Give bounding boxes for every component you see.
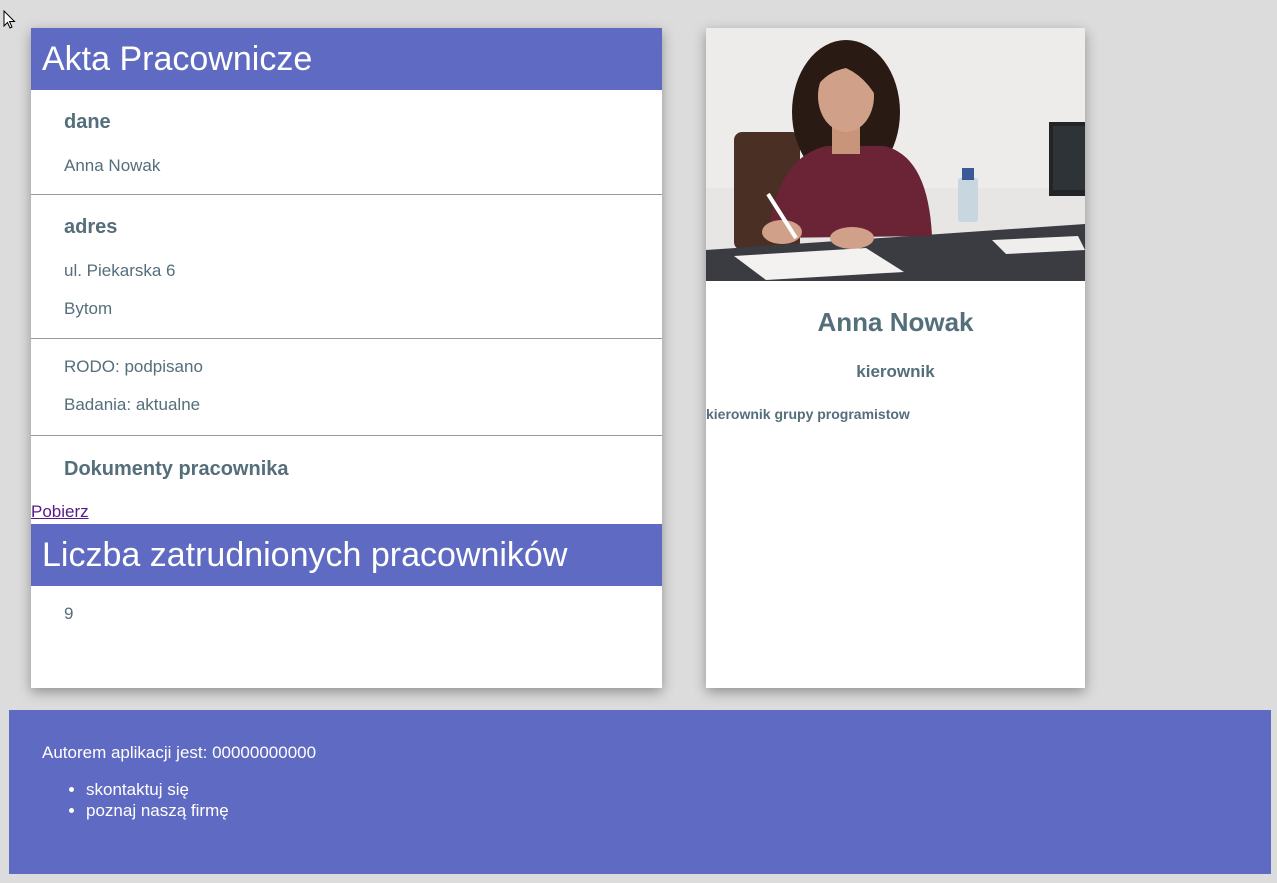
profile-description: kierownik grupy programistow — [706, 406, 910, 422]
profile-role: kierownik — [856, 362, 935, 381]
employee-count-value: 9 — [64, 604, 74, 623]
profile-card: Anna Nowak kierownik kierownik grupy pro… — [706, 28, 1085, 688]
footer-links: skontaktuj się poznaj naszą firmę — [42, 779, 1271, 821]
documents-heading: Dokumenty pracownika — [64, 458, 289, 480]
personal-data-section: dane Anna Nowak — [31, 90, 662, 195]
footer-link-contact[interactable]: skontaktuj się — [86, 779, 1271, 800]
profile-name: Anna Nowak — [817, 307, 974, 337]
address-city: Bytom — [64, 299, 113, 318]
footer-link-about-company[interactable]: poznaj naszą firmę — [86, 800, 1271, 821]
download-link[interactable]: Pobierz — [31, 502, 89, 522]
footer-author: Autorem aplikacji jest: 00000000000 — [42, 743, 317, 762]
medical-status: Badania: aktualne — [64, 395, 201, 414]
employee-file-title: Akta Pracownicze — [31, 28, 662, 90]
documents-section: Dokumenty pracownika Pobierz — [31, 436, 662, 524]
status-section: RODO: podpisano Badania: aktualne — [31, 339, 662, 436]
personal-data-heading: dane — [64, 111, 111, 133]
mouse-cursor-icon — [3, 10, 16, 29]
rodo-status: RODO: podpisano — [64, 357, 203, 376]
address-street: ul. Piekarska 6 — [64, 261, 176, 280]
page-footer: Autorem aplikacji jest: 00000000000 skon… — [9, 710, 1271, 874]
profile-photo — [706, 28, 1085, 281]
address-section: adres ul. Piekarska 6 Bytom — [31, 195, 662, 339]
employee-count-title: Liczba zatrudnionych pracowników — [31, 524, 662, 586]
employee-full-name: Anna Nowak — [64, 156, 161, 175]
address-heading: adres — [64, 216, 118, 238]
employee-file-card: Akta Pracownicze dane Anna Nowak adres u… — [31, 28, 662, 688]
